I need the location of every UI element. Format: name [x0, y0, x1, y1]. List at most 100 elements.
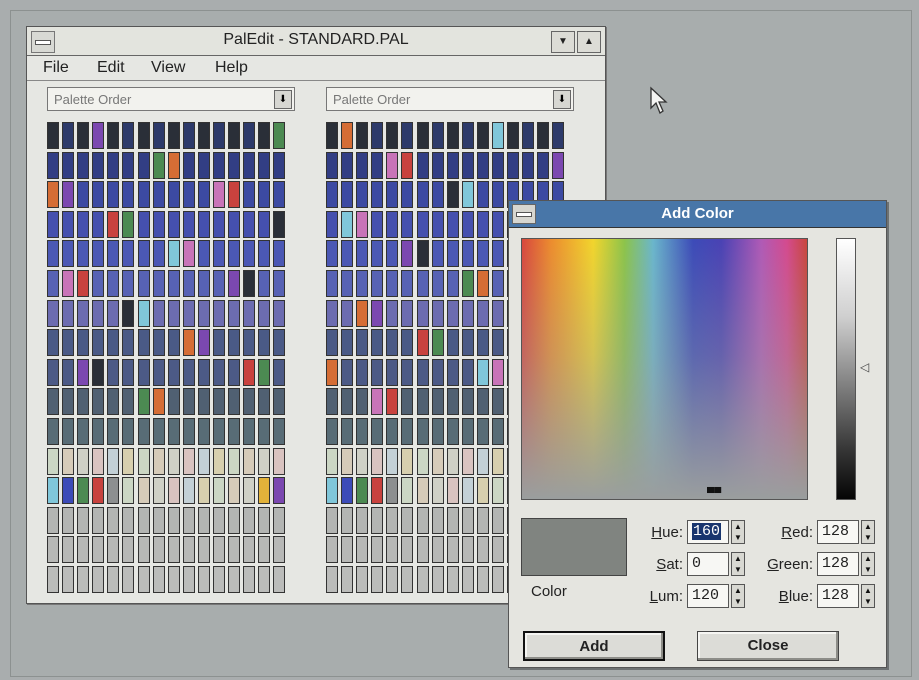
palette-cell[interactable] — [92, 417, 105, 445]
palette-cell[interactable] — [416, 536, 429, 564]
menu-file[interactable]: File — [43, 59, 69, 77]
palette-cell[interactable] — [492, 536, 505, 564]
palette-cell[interactable] — [341, 181, 354, 209]
palette-cell[interactable] — [522, 122, 535, 149]
sat-spinner[interactable]: ▲ ▼ — [731, 552, 745, 576]
palette-cell[interactable] — [92, 299, 105, 327]
palette-cell[interactable] — [47, 565, 59, 593]
palette-cell[interactable] — [273, 506, 286, 534]
palette-cell[interactable] — [243, 269, 256, 297]
palette-cell[interactable] — [461, 477, 474, 505]
palette-cell[interactable] — [47, 329, 59, 357]
palette-cell[interactable] — [92, 477, 105, 505]
palette-cell[interactable] — [341, 122, 354, 149]
palette-cell[interactable] — [152, 151, 165, 179]
palette-cell[interactable] — [446, 240, 459, 268]
palette-cell[interactable] — [107, 122, 120, 149]
palette-cell[interactable] — [522, 151, 535, 179]
palette-cell[interactable] — [228, 181, 241, 209]
palette-cell[interactable] — [197, 447, 210, 475]
palette-cell[interactable] — [107, 536, 120, 564]
palette-cell[interactable] — [341, 269, 354, 297]
palette-cell[interactable] — [182, 151, 195, 179]
palette-cell[interactable] — [326, 269, 338, 297]
palette-cell[interactable] — [386, 536, 399, 564]
palette-cell[interactable] — [167, 447, 180, 475]
palette-cell[interactable] — [356, 358, 369, 386]
palette-cell[interactable] — [401, 388, 414, 416]
close-button[interactable]: Close — [697, 631, 839, 661]
palette-cell[interactable] — [182, 329, 195, 357]
palette-cell[interactable] — [258, 565, 271, 593]
palette-cell[interactable] — [552, 151, 565, 179]
palette-cell[interactable] — [371, 122, 384, 149]
palette-cell[interactable] — [92, 122, 105, 149]
palette-cell[interactable] — [507, 122, 520, 149]
palette-cell[interactable] — [356, 151, 369, 179]
palette-cell[interactable] — [341, 565, 354, 593]
palette-cell[interactable] — [326, 417, 338, 445]
palette-cell[interactable] — [386, 181, 399, 209]
palette-cell[interactable] — [122, 210, 135, 238]
palette-cell[interactable] — [401, 151, 414, 179]
palette-cell[interactable] — [371, 506, 384, 534]
palette-cell[interactable] — [62, 447, 75, 475]
palette-cell[interactable] — [62, 299, 75, 327]
palette-cell[interactable] — [371, 388, 384, 416]
palette-cell[interactable] — [371, 181, 384, 209]
palette-cell[interactable] — [356, 565, 369, 593]
menu-edit[interactable]: Edit — [97, 59, 125, 77]
palette-cell[interactable] — [197, 122, 210, 149]
palette-cell[interactable] — [401, 240, 414, 268]
palette-cell[interactable] — [243, 477, 256, 505]
palette-cell[interactable] — [371, 417, 384, 445]
palette-cell[interactable] — [243, 299, 256, 327]
palette-cell[interactable] — [326, 240, 338, 268]
palette-cell[interactable] — [371, 210, 384, 238]
palette-cell[interactable] — [258, 536, 271, 564]
palette-cell[interactable] — [386, 477, 399, 505]
palette-cell[interactable] — [476, 417, 489, 445]
palette-cell[interactable] — [92, 269, 105, 297]
palette-cell[interactable] — [401, 477, 414, 505]
palette-cell[interactable] — [167, 269, 180, 297]
palette-cell[interactable] — [122, 240, 135, 268]
palette-cell[interactable] — [492, 240, 505, 268]
palette-cell[interactable] — [492, 181, 505, 209]
palette-cell[interactable] — [492, 477, 505, 505]
palette-cell[interactable] — [228, 447, 241, 475]
palette-cell[interactable] — [228, 210, 241, 238]
palette-cell[interactable] — [273, 417, 286, 445]
palette-cell[interactable] — [356, 269, 369, 297]
sat-input[interactable]: 0 — [687, 552, 729, 576]
palette-cell[interactable] — [341, 506, 354, 534]
palette-cell[interactable] — [446, 565, 459, 593]
palette-cell[interactable] — [492, 151, 505, 179]
palette-cell[interactable] — [137, 299, 150, 327]
palette-cell[interactable] — [167, 565, 180, 593]
palette-cell[interactable] — [213, 477, 226, 505]
palette-cell[interactable] — [416, 151, 429, 179]
palette-cell[interactable] — [431, 210, 444, 238]
palette-cell[interactable] — [77, 536, 90, 564]
palette-cell[interactable] — [476, 240, 489, 268]
palette-cell[interactable] — [356, 122, 369, 149]
palette-cell[interactable] — [356, 506, 369, 534]
palette-cell[interactable] — [273, 299, 286, 327]
palette-cell[interactable] — [356, 447, 369, 475]
palette-cell[interactable] — [213, 447, 226, 475]
palette-cell[interactable] — [326, 329, 338, 357]
palette-cell[interactable] — [77, 477, 90, 505]
palette-cell[interactable] — [492, 565, 505, 593]
palette-cell[interactable] — [431, 329, 444, 357]
palette-cell[interactable] — [107, 269, 120, 297]
palette-cell[interactable] — [228, 151, 241, 179]
palette-cell[interactable] — [492, 417, 505, 445]
palette-cell[interactable] — [137, 240, 150, 268]
palette-cell[interactable] — [213, 506, 226, 534]
palette-cell[interactable] — [122, 477, 135, 505]
palette-cell[interactable] — [152, 506, 165, 534]
palette-cell[interactable] — [213, 388, 226, 416]
palette-cell[interactable] — [492, 358, 505, 386]
palette-cell[interactable] — [182, 240, 195, 268]
